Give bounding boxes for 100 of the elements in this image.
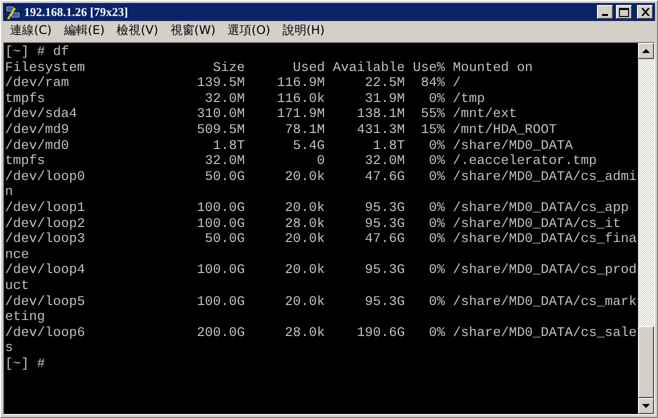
- output-cell-text: /dev/loop6: [5, 326, 86, 342]
- output-cell-text: 0%: [428, 263, 445, 279]
- output-cell-text: 116.9M: [276, 76, 325, 92]
- down-arrow-icon: [642, 404, 650, 408]
- menu-item[interactable]: 連線(C): [5, 21, 57, 40]
- output-cell-text: 1.8T: [212, 138, 245, 154]
- computer-icon: [5, 4, 21, 20]
- output-cell-text: 84%: [420, 76, 445, 92]
- output-cell-text: 100.0G: [196, 216, 245, 232]
- output-cell-text: 32.0M: [364, 154, 405, 170]
- output-cell-text: 0%: [428, 326, 445, 342]
- output-cell-text: 78.1M: [284, 122, 325, 139]
- output-cell-text: 20.0k: [284, 232, 325, 248]
- output-cell-text: /dev/md0: [5, 138, 70, 154]
- output-cell-text: /share/MD0_DATA/cs_it: [452, 216, 621, 232]
- menu-item[interactable]: 視窗(W): [165, 21, 221, 40]
- output-cell-text: /share/MD0_DATA: [452, 138, 573, 154]
- output-cell: /mnt/ext: [452, 107, 517, 123]
- scroll-down-button[interactable]: [638, 398, 654, 414]
- output-cell-text: 100.0G: [196, 200, 245, 217]
- output-cell-text: 32.0M: [204, 154, 245, 170]
- output-cell: /share/MD0_DATA/cs_sale: [452, 326, 637, 342]
- output-cell-text: /dev/loop1: [5, 200, 86, 217]
- output-cell-text: Use%: [412, 60, 445, 76]
- output-cell-text: 20.0k: [284, 200, 325, 217]
- output-cell-text: 1.8T: [372, 138, 405, 154]
- output-cell-text: tmpfs: [5, 92, 46, 107]
- output-cell-text: 20.0k: [284, 263, 325, 279]
- output-cell-text: 55%: [420, 107, 445, 123]
- output-cell-text: /dev/loop5: [5, 294, 86, 310]
- close-button[interactable]: [637, 5, 653, 19]
- output-cell-text: 95.3G: [364, 200, 405, 217]
- output-cell-text: 5.4G: [292, 138, 325, 154]
- menu-item[interactable]: 說明(H): [277, 21, 330, 40]
- output-cell-text: 509.5M: [196, 122, 245, 139]
- output-cell-text: 20.0k: [284, 294, 325, 310]
- output-cell-text: 20.0k: [284, 170, 325, 186]
- output-cell-text: 116.0k: [276, 92, 325, 108]
- output-cell-text: 310.0M: [196, 107, 245, 123]
- terminal-screen[interactable]: [4, 43, 638, 414]
- output-cell-text: /dev/loop0: [5, 170, 86, 186]
- output-cell-text: 0%: [428, 232, 445, 248]
- wrapped-text: s: [5, 341, 13, 357]
- output-cell-text: 0%: [428, 170, 445, 186]
- output-cell-text: 190.6G: [356, 326, 405, 342]
- output-cell-text: 100.0G: [196, 294, 245, 310]
- output-cell-text: Filesystem: [5, 60, 86, 76]
- output-cell-text: 95.3G: [364, 263, 405, 279]
- scroll-up-button[interactable]: [638, 43, 654, 59]
- output-cell-text: Used: [292, 60, 325, 76]
- window-title: 192.168.1.26 [79x23]: [24, 4, 129, 20]
- up-arrow-icon: [642, 48, 650, 54]
- output-cell-text: 47.6G: [364, 232, 405, 248]
- output-cell-text: 50.0G: [204, 232, 245, 248]
- prompt-line: [~] #: [5, 356, 45, 372]
- output-cell: /share/MD0_DATA/cs_mark: [452, 294, 637, 310]
- output-cell-text: 0: [316, 154, 325, 170]
- output-cell-text: 100.0G: [196, 263, 245, 279]
- output-cell: /: [452, 76, 461, 92]
- output-cell-text: 28.0k: [284, 216, 325, 232]
- output-cell-text: 95.3G: [364, 294, 405, 310]
- output-cell-text: /dev/ram: [5, 76, 70, 92]
- output-cell-text: 0%: [428, 138, 445, 154]
- wrapped-text: n: [5, 185, 13, 201]
- menu-item[interactable]: 檢視(V): [112, 21, 164, 40]
- output-cell: /mnt/HDA_ROOT: [452, 122, 557, 139]
- output-cell-text: 28.0k: [284, 326, 325, 342]
- prompt-line: [~] # df: [5, 45, 69, 61]
- scrollbar[interactable]: [638, 43, 654, 414]
- output-cell-text: 0%: [428, 294, 445, 310]
- wrapped-text: nce: [5, 248, 29, 263]
- output-cell-text: 22.5M: [364, 76, 405, 92]
- output-cell-text: /dev/loop2: [5, 216, 86, 232]
- output-cell-text: /dev/loop3: [5, 232, 86, 248]
- output-cell-text: 95.3G: [364, 216, 405, 232]
- output-cell-text: 0%: [428, 200, 445, 217]
- output-cell-text: tmpfs: [5, 154, 46, 170]
- maximize-icon: [619, 8, 629, 16]
- output-cell: /share/MD0_DATA/cs_fina: [452, 232, 637, 248]
- output-cell-text: 171.9M: [276, 107, 325, 123]
- output-cell-text: 0%: [428, 154, 445, 170]
- minimize-button[interactable]: [597, 5, 613, 19]
- output-cell-text: 431.3M: [356, 122, 405, 139]
- scroll-thumb[interactable]: [638, 326, 654, 398]
- output-cell-text: Available: [332, 60, 405, 76]
- output-cell-text: /dev/md9: [5, 122, 70, 139]
- maximize-button[interactable]: [616, 5, 632, 19]
- menu-item[interactable]: 編輯(E): [58, 21, 110, 40]
- close-icon: [640, 8, 650, 16]
- output-cell-text: 200.0G: [196, 326, 245, 342]
- output-cell-text: /dev/loop4: [5, 263, 86, 279]
- output-cell: /share/MD0_DATA/cs_app: [452, 200, 629, 217]
- wrapped-text: eting: [5, 310, 45, 326]
- output-cell: /share/MD0_DATA/cs_admi: [452, 170, 637, 186]
- output-cell-text: 139.5M: [196, 76, 245, 92]
- output-cell-text: 32.0M: [204, 92, 245, 108]
- output-cell-text: /dev/sda4: [5, 107, 78, 123]
- output-cell-text: 31.9M: [364, 92, 405, 108]
- output-cell: /.eaccelerator.tmp: [452, 154, 597, 170]
- menu-item[interactable]: 選項(O): [222, 21, 276, 40]
